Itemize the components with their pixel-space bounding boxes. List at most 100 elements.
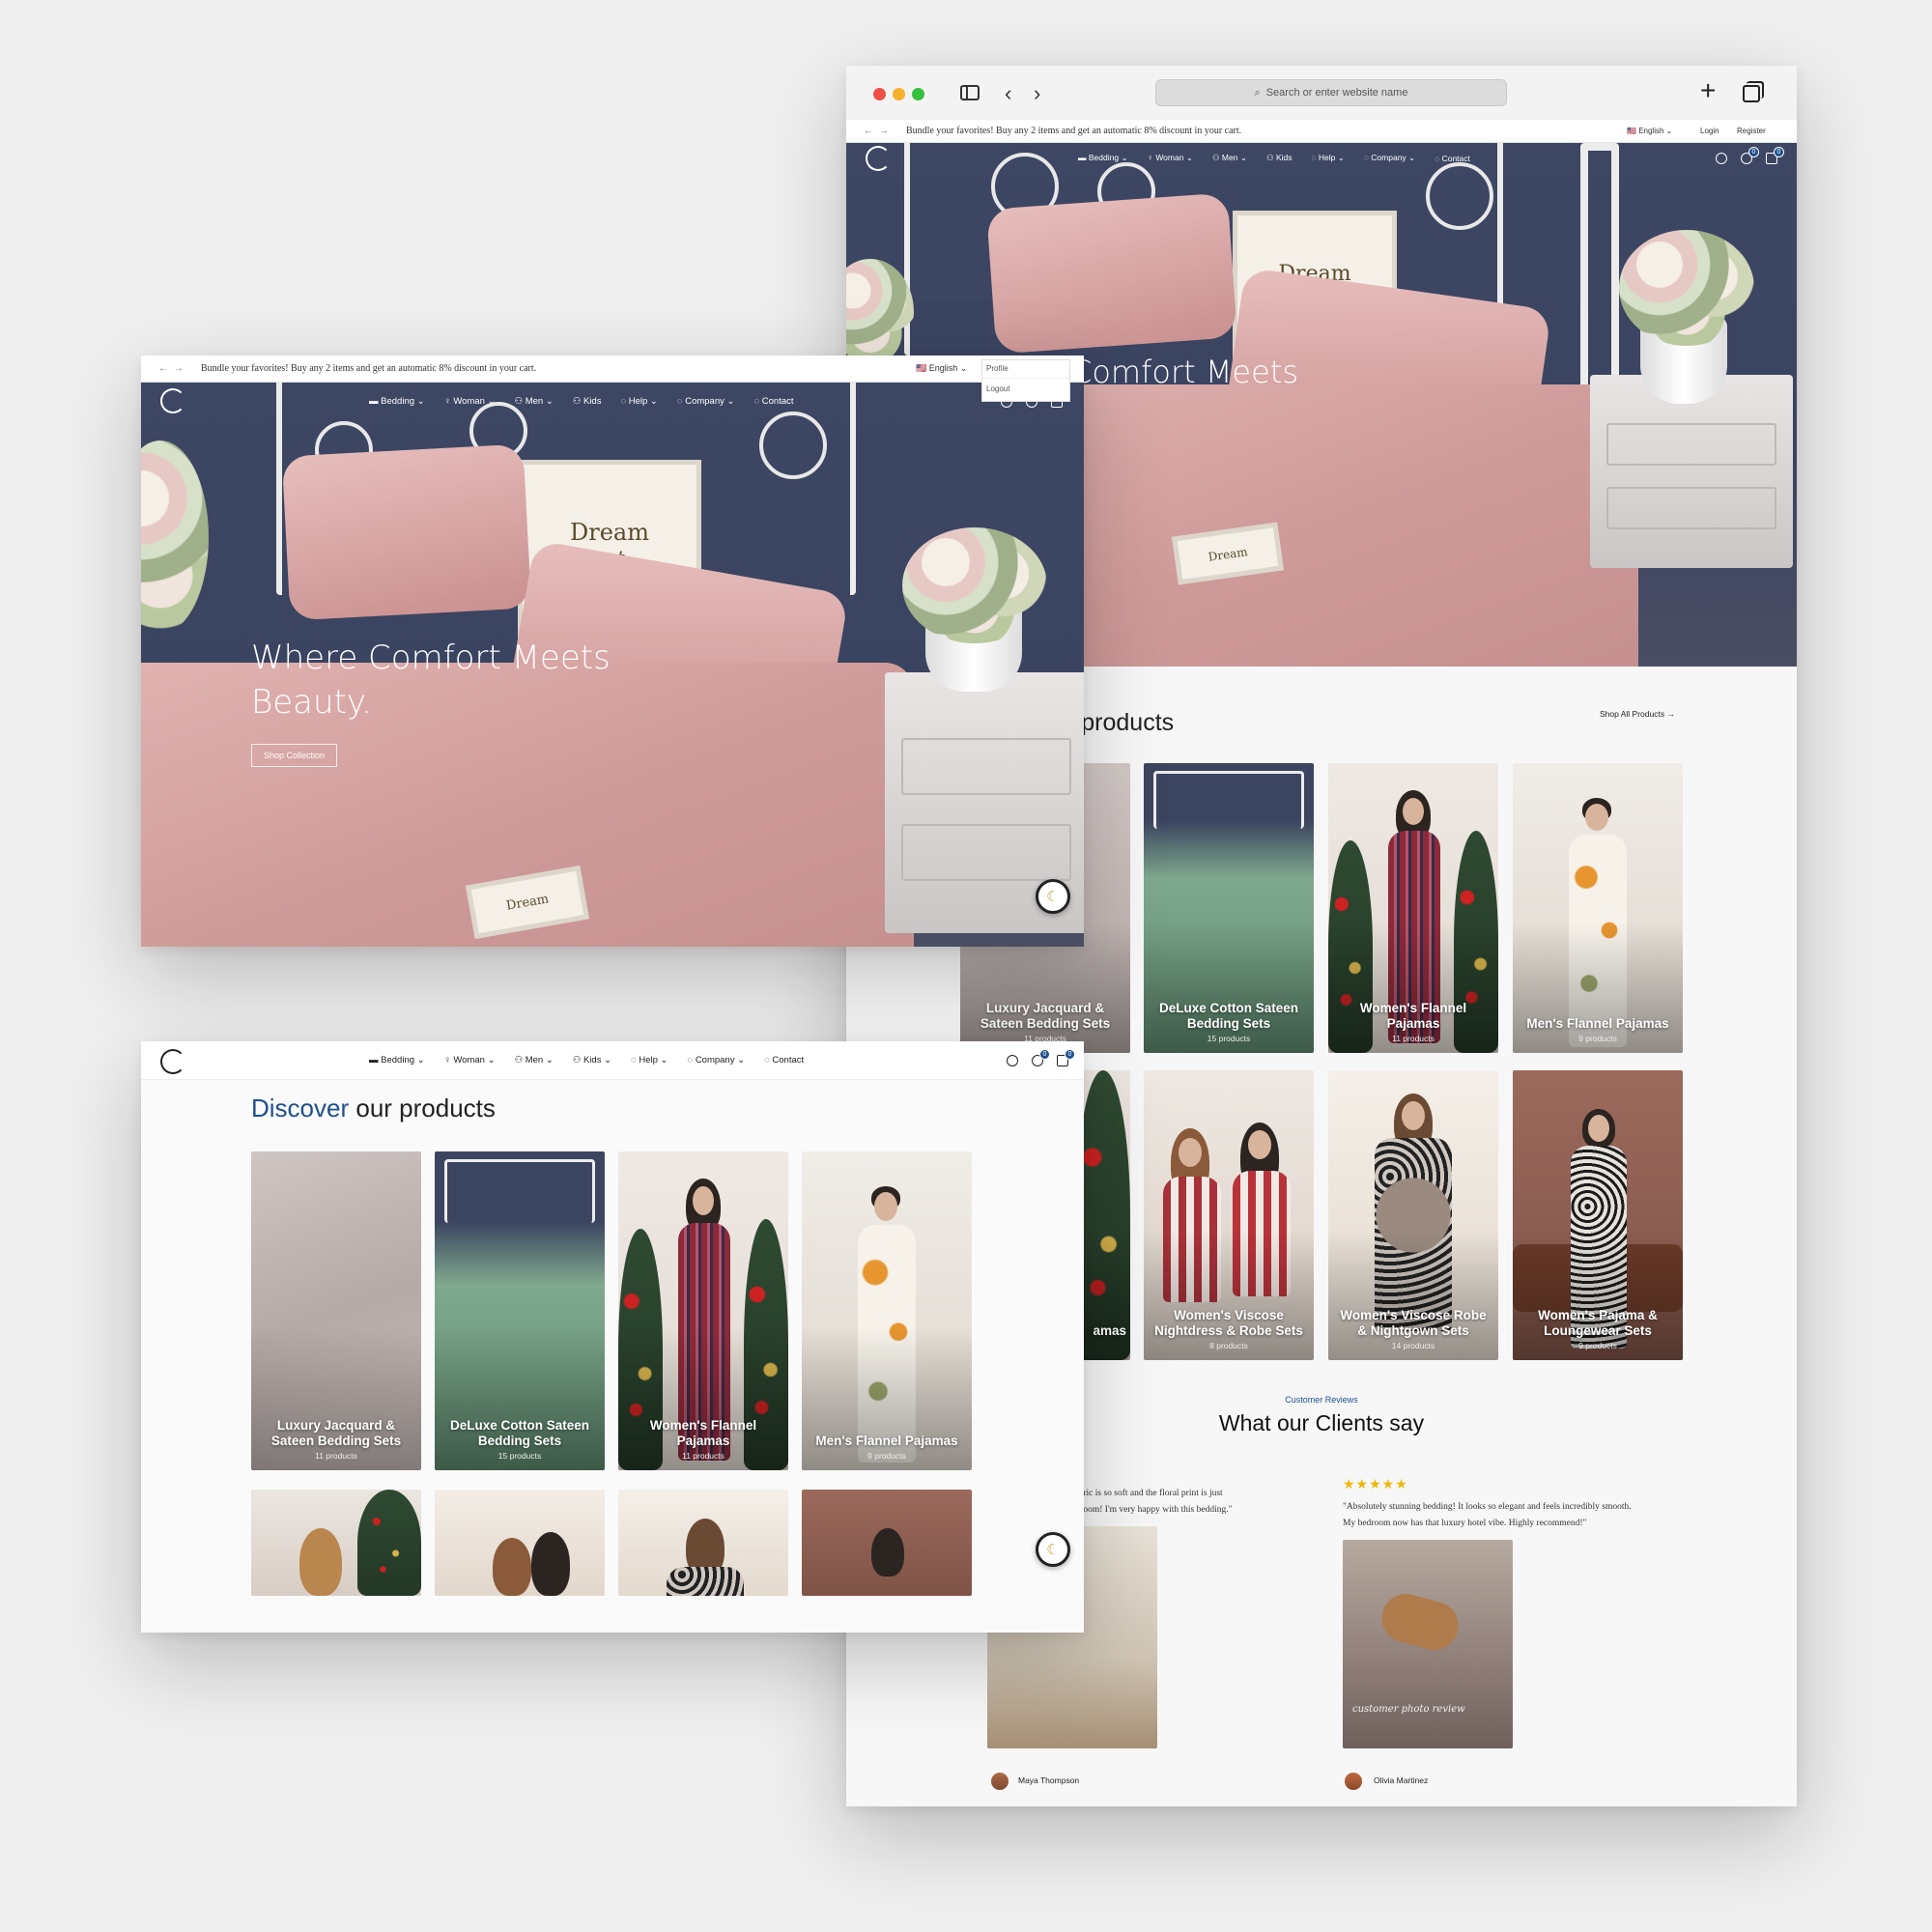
product-card[interactable] — [251, 1490, 421, 1596]
language-select[interactable]: 🇺🇸 English ⌄ — [1627, 127, 1672, 135]
review-card: ★★★★★ "Absolutely stunning bedding! It l… — [1343, 1476, 1797, 1804]
nav-item-woman[interactable]: ♀ Woman ⌄ — [444, 396, 496, 407]
nav-item-company[interactable]: ◌ Company ⌄ — [1364, 153, 1415, 163]
announcement-bar: ←→ Bundle your favorites! Buy any 2 item… — [141, 355, 1084, 383]
chat-widget-icon[interactable]: ☾ — [1036, 1532, 1070, 1567]
product-card-title: Women's Flannel Pajamas — [1359, 1001, 1467, 1031]
flowers-image — [902, 527, 1047, 643]
product-card-count: 15 products — [1207, 1034, 1251, 1043]
nav-item-kids[interactable]: ⚇ Kids — [573, 396, 602, 407]
shop-all-link[interactable]: Shop All Products → — [1600, 709, 1675, 719]
hair-image — [871, 1528, 904, 1577]
product-card[interactable] — [618, 1490, 788, 1596]
product-card[interactable] — [802, 1490, 972, 1596]
nav-item-bedding[interactable]: ▬ Bedding ⌄ — [1078, 153, 1128, 163]
nav-item-men[interactable]: ⚇ Men ⌄ — [515, 1055, 554, 1065]
forward-arrow-icon[interactable]: › — [1034, 81, 1040, 106]
logout-menu-item[interactable]: Logout — [982, 379, 1069, 399]
browser-chrome: ‹ › ⌕ Search or enter website name + — [846, 66, 1797, 120]
nav-item-woman[interactable]: ♀ Woman ⌄ — [444, 1055, 496, 1065]
nav-item-label: Contact — [761, 396, 794, 407]
headboard-image — [1153, 771, 1304, 829]
product-card[interactable]: DeLuxe Cotton Sateen Bedding Sets 15 pro… — [435, 1151, 605, 1470]
product-card-title: Women's Viscose Nightdress & Robe Sets — [1154, 1308, 1303, 1338]
shop-collection-button[interactable]: Shop Collection — [251, 744, 338, 767]
nav-item-label: Company — [695, 1055, 735, 1065]
product-card[interactable]: Women's Viscose Robe & Nightgown Sets 14… — [1328, 1070, 1498, 1360]
cart-badge: 0 — [1774, 147, 1784, 157]
nav-item-contact[interactable]: ◌ Contact — [764, 1055, 804, 1065]
face-image — [1179, 1138, 1202, 1167]
product-card[interactable]: Women's Flannel Pajamas 11 products — [1328, 763, 1498, 1053]
product-card[interactable]: Women's Flannel Pajamas 11 products — [618, 1151, 788, 1470]
nav-item-label: Kids — [582, 1055, 602, 1065]
product-card-count: 14 products — [1391, 1341, 1435, 1350]
sidebar-toggle-icon[interactable] — [960, 85, 980, 100]
nav-item-label: Bedding — [381, 1055, 415, 1065]
nav-item-kids[interactable]: ⚇ Kids ⌄ — [573, 1055, 611, 1065]
nav-item-label: Bedding — [1088, 153, 1120, 162]
nav-item-help[interactable]: ◌ Help ⌄ — [631, 1055, 668, 1065]
address-bar[interactable]: ⌕ Search or enter website name — [1155, 79, 1507, 106]
product-card[interactable]: Women's Viscose Nightdress & Robe Sets 8… — [1144, 1070, 1314, 1360]
cart-icon[interactable]: 0 — [1057, 1049, 1075, 1066]
back-arrow-icon[interactable]: ‹ — [1005, 81, 1011, 106]
logo-icon[interactable] — [160, 1049, 185, 1074]
nav-item-label: Woman — [453, 396, 485, 407]
hair-image — [493, 1538, 531, 1596]
nav-item-men[interactable]: ⚇ Men ⌄ — [1212, 153, 1247, 163]
face-image — [1585, 804, 1608, 831]
product-card[interactable]: Men's Flannel Pajamas 9 products — [802, 1151, 972, 1470]
nav-item-label: Contact — [1441, 153, 1470, 163]
profile-menu-item[interactable]: Profile — [982, 360, 1069, 379]
face-image — [1402, 1101, 1425, 1130]
nav-item-help[interactable]: ◌ Help ⌄ — [1311, 153, 1344, 163]
account-dropdown: Profile Logout — [981, 359, 1070, 402]
nav-item-label: Woman — [453, 1055, 485, 1065]
product-card[interactable]: Women's Pajama & Loungewear Sets 9 produ… — [1513, 1070, 1683, 1360]
search-icon[interactable] — [1007, 1055, 1018, 1066]
nav-item-contact[interactable]: ◌ Contact — [753, 396, 793, 407]
nav-item-company[interactable]: ◌ Company ⌄ — [677, 396, 735, 407]
search-icon[interactable] — [1716, 153, 1727, 164]
nav-item-contact[interactable]: ◌ Contact — [1435, 154, 1470, 163]
announcement-arrows-icon[interactable]: ←→ — [158, 363, 189, 374]
products-heading: Discover our products — [251, 1094, 496, 1123]
headboard-image — [444, 1159, 595, 1223]
nav-item-men[interactable]: ⚇ Men ⌄ — [515, 396, 554, 407]
logo-icon[interactable] — [160, 388, 185, 413]
review-photo: customer photo review — [1343, 1540, 1513, 1748]
maximize-window-button[interactable] — [912, 88, 924, 100]
nav-item-help[interactable]: ◌ Help ⌄ — [620, 396, 657, 407]
new-tab-icon[interactable]: + — [1700, 75, 1716, 106]
nav-item-bedding[interactable]: ▬ Bedding ⌄ — [369, 1055, 425, 1065]
logo-icon[interactable] — [866, 146, 891, 171]
close-window-button[interactable] — [873, 88, 886, 100]
wishlist-icon[interactable]: 0 — [1741, 147, 1759, 164]
cart-icon[interactable]: 0 — [1766, 147, 1784, 164]
product-card[interactable] — [435, 1490, 605, 1596]
login-link[interactable]: Login — [1700, 127, 1719, 135]
product-card[interactable]: DeLuxe Cotton Sateen Bedding Sets 15 pro… — [1144, 763, 1314, 1053]
product-card[interactable]: Men's Flannel Pajamas 9 products — [1513, 763, 1683, 1053]
nav-item-company[interactable]: ◌ Company ⌄ — [688, 1055, 746, 1065]
register-link[interactable]: Register — [1737, 127, 1766, 135]
chat-widget-icon[interactable]: ☾ — [1036, 879, 1070, 914]
product-card-count: 9 products — [1578, 1341, 1617, 1350]
nav-item-woman[interactable]: ♀ Woman ⌄ — [1148, 153, 1193, 163]
search-icon: ⌕ — [1254, 86, 1261, 99]
nav-item-label: Men — [525, 396, 544, 407]
tab-overview-icon[interactable] — [1743, 85, 1760, 102]
product-card[interactable]: Luxury Jacquard & Sateen Bedding Sets 11… — [251, 1151, 421, 1470]
wishlist-icon[interactable]: 0 — [1032, 1049, 1050, 1066]
announcement-arrows-icon[interactable]: ←→ — [864, 126, 895, 136]
cart-badge: 0 — [1065, 1049, 1075, 1060]
face-image — [874, 1192, 897, 1221]
nav-item-label: Company — [685, 396, 724, 407]
language-select[interactable]: 🇺🇸 English ⌄ — [916, 363, 967, 374]
nav-item-kids[interactable]: ⚇ Kids — [1266, 153, 1293, 163]
minimize-window-button[interactable] — [893, 88, 905, 100]
nav-item-bedding[interactable]: ▬ Bedding ⌄ — [369, 396, 425, 407]
face-image — [1403, 798, 1424, 825]
nav-item-label: Contact — [772, 1055, 805, 1065]
